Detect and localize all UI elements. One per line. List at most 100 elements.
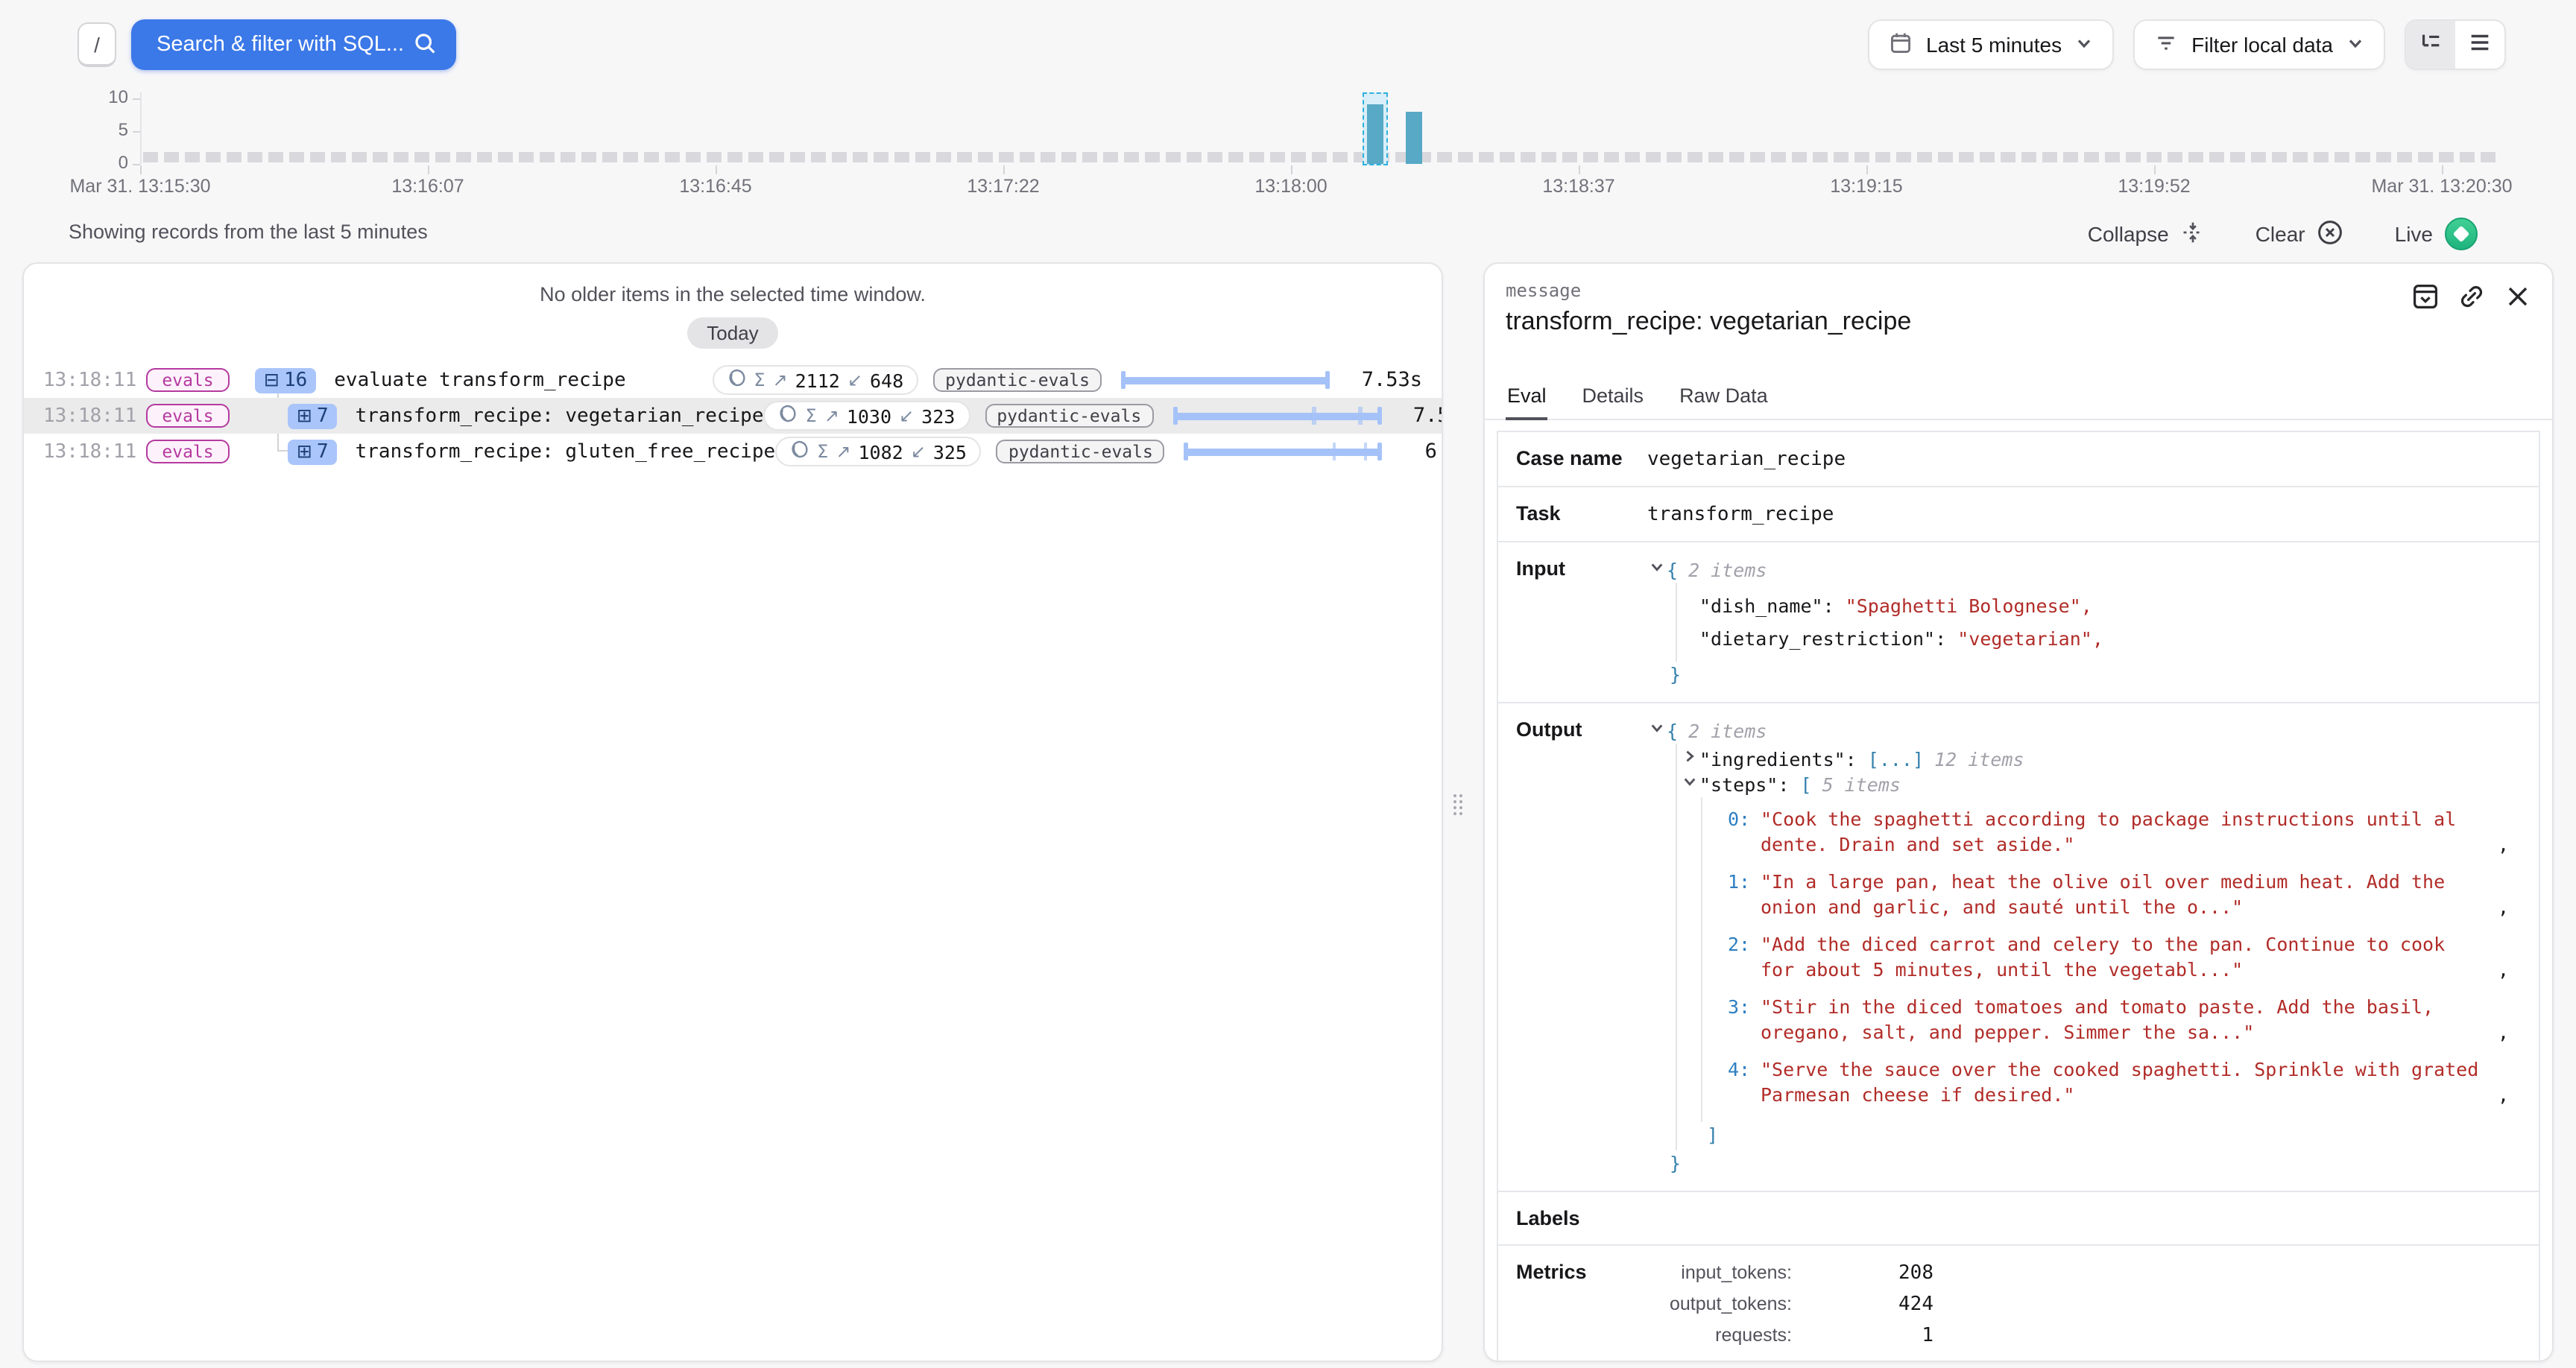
array-index: 0:: [1728, 806, 1761, 857]
tree-view-toggle[interactable]: [2406, 21, 2455, 69]
metric-value: 208: [1898, 1262, 1933, 1285]
metric-value: 1: [1922, 1325, 1933, 1347]
filter-local-data-button[interactable]: Filter local data: [2133, 19, 2385, 70]
duration-bar-end-cap: [1325, 371, 1330, 389]
x-axis-tick: [1866, 165, 1868, 174]
x-axis-tick: [1579, 165, 1580, 174]
no-older-items-text: No older items in the selected time wind…: [24, 283, 1442, 305]
panel-resize-handle[interactable]: [1452, 793, 1464, 817]
status-actions: Collapse Clear Live: [2088, 218, 2478, 250]
collapse-node-icon[interactable]: [1647, 560, 1667, 574]
case-name-row: Case name vegetarian_recipe: [1498, 432, 2539, 486]
tab-details[interactable]: Details: [1581, 384, 1646, 420]
export-icon: [2412, 292, 2439, 314]
labels-label: Labels: [1516, 1207, 1647, 1229]
time-range-button[interactable]: Last 5 minutes: [1868, 19, 2114, 70]
span-count-expand-toggle[interactable]: ⊞ 7: [288, 403, 338, 428]
x-axis-tick: [2154, 165, 2156, 174]
x-axis-tick-label: Mar 31. 13:20:30: [2371, 176, 2512, 197]
chart-bar[interactable]: [1367, 105, 1383, 164]
span-count: 7: [317, 440, 329, 463]
y-axis-tick: [133, 164, 140, 165]
input-tokens-arrow-icon: ↗: [824, 405, 839, 426]
y-axis-tick: [133, 131, 140, 133]
array-index: 2:: [1728, 931, 1761, 982]
input-tokens-arrow-icon: ↗: [773, 370, 788, 390]
close-icon: [2504, 292, 2531, 314]
table-row[interactable]: 13:18:11 evals ⊟ 16 evaluate transform_r…: [24, 362, 1442, 398]
output-json-viewer: { 2 items "ingredients": [...] 12 items: [1647, 718, 2521, 1176]
open-bracket: [: [1801, 772, 1812, 797]
list-view-toggle[interactable]: [2455, 21, 2504, 69]
close-detail-button[interactable]: [2504, 283, 2531, 314]
output-tokens-count: 325: [933, 440, 967, 463]
row-message: transform_recipe: vegetarian_recipe: [356, 405, 764, 427]
duration-bar-line: [1172, 413, 1381, 420]
row-duration: 7.53s: [1381, 404, 1443, 428]
span-count-expand-toggle[interactable]: ⊞ 7: [288, 439, 338, 464]
json-array-item: 3: "Stir in the diced tomatoes and tomat…: [1710, 994, 2521, 1045]
row-duration: 6.89s: [1393, 440, 1443, 463]
json-array-item: 4: "Serve the sauce over the cooked spag…: [1710, 1057, 2521, 1107]
table-row-selected[interactable]: 13:18:11 evals ⊞ 7 transform_recipe: veg…: [24, 398, 1442, 434]
search-button[interactable]: Search & filter with SQL...: [131, 19, 456, 70]
x-axis-tick-label: 13:16:07: [391, 176, 464, 197]
json-string-value: "Cook the spaghetti according to package…: [1761, 806, 2486, 857]
chart-bar[interactable]: [1406, 112, 1422, 164]
close-bracket: ]: [1707, 1122, 1718, 1147]
tab-raw-data[interactable]: Raw Data: [1678, 384, 1770, 420]
json-key: "ingredients":: [1699, 747, 1857, 772]
status-bar: Showing records from the last 5 minutes …: [0, 218, 2576, 253]
token-usage-pill: Σ ↗ 2112 ↙ 648: [712, 365, 918, 395]
duration-bar: [1121, 370, 1330, 390]
duration-bar-start-cap: [1184, 443, 1189, 460]
export-record-button[interactable]: [2412, 283, 2439, 314]
json-key: "steps":: [1699, 772, 1789, 797]
y-axis-tick: [133, 98, 140, 100]
expand-node-icon[interactable]: [1680, 750, 1699, 763]
metric-value: 424: [1898, 1293, 1933, 1316]
calendar-icon: [1889, 31, 1913, 59]
open-brace: {: [1667, 718, 1678, 744]
live-toggle[interactable]: Live: [2395, 218, 2478, 250]
metrics-label: Metrics: [1516, 1261, 1647, 1347]
activity-timeline-chart[interactable]: 0510Mar 31. 13:15:3013:16:0713:16:4513:1…: [140, 86, 2442, 164]
duration-bar-start-cap: [1172, 407, 1177, 425]
duration-bar-child-tick: [1358, 407, 1362, 425]
top-bar: / Search & filter with SQL... Last 5 min…: [0, 0, 2576, 86]
collapse-spans-icon: ⊟: [264, 371, 280, 390]
x-axis-tick: [140, 165, 142, 174]
json-string-value: "In a large pan, heat the olive oil over…: [1761, 869, 2486, 919]
input-tokens-count: 2112: [795, 369, 840, 391]
detail-header: message transform_recipe: vegetarian_rec…: [1485, 264, 2552, 337]
collapse-button[interactable]: Collapse: [2088, 220, 2205, 248]
today-date-separator: Today: [687, 317, 777, 349]
clear-button[interactable]: Clear: [2255, 218, 2344, 250]
output-tokens-arrow-icon: ↙: [911, 441, 926, 462]
filter-label: Filter local data: [2191, 33, 2333, 57]
x-axis-tick-label: 13:19:15: [1830, 176, 1902, 197]
items-count-note: 12 items: [1934, 747, 2024, 772]
table-row[interactable]: 13:18:11 evals ⊞ 7 transform_recipe: glu…: [24, 434, 1442, 469]
collapse-node-icon[interactable]: [1680, 775, 1699, 788]
items-count-note: 5 items: [1822, 772, 1901, 797]
metric-name: requests:: [1715, 1325, 1792, 1347]
copy-link-button[interactable]: [2458, 283, 2485, 314]
instrumentation-tag: pydantic-evals: [933, 368, 1102, 392]
collapse-node-icon[interactable]: [1647, 721, 1667, 735]
tab-eval[interactable]: Eval: [1506, 384, 1548, 420]
trace-list-panel: No older items in the selected time wind…: [22, 262, 1443, 1362]
duration-bar-end-cap: [1378, 443, 1383, 460]
search-button-label: Search & filter with SQL...: [157, 33, 413, 57]
span-count-collapse-toggle[interactable]: ⊟ 16: [255, 367, 316, 393]
duration-bar-child-tick: [1333, 443, 1336, 460]
x-axis-tick: [716, 165, 717, 174]
chart-plot-area[interactable]: 0510Mar 31. 13:15:3013:16:0713:16:4513:1…: [140, 86, 2442, 164]
x-axis-tick: [428, 165, 429, 174]
duration-bar-child-tick: [1364, 443, 1368, 460]
link-icon: [2458, 292, 2485, 314]
json-key: "dish_name":: [1699, 593, 1834, 618]
row-message: evaluate transform_recipe: [334, 369, 625, 391]
clear-label: Clear: [2255, 222, 2305, 246]
input-json-viewer: { 2 items "dish_name": "Spaghetti Bologn…: [1647, 557, 2521, 687]
